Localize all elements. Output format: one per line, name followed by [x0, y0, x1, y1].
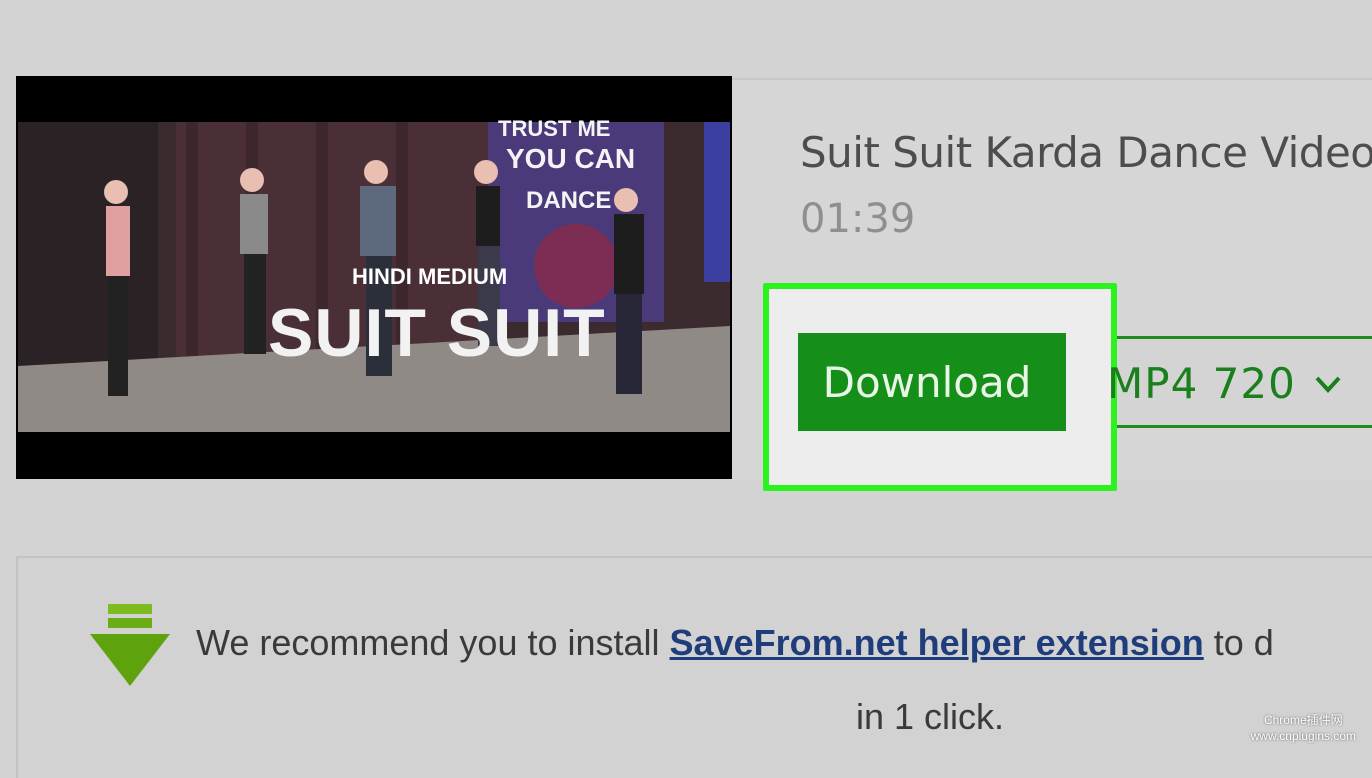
recommendation-text: We recommend you to install SaveFrom.net…: [196, 622, 1274, 664]
recommendation-card: [16, 556, 1372, 778]
video-duration: 01:39: [800, 196, 916, 242]
format-select[interactable]: MP4 720: [1107, 336, 1372, 428]
savefrom-helper-link[interactable]: SaveFrom.net helper extension: [670, 622, 1204, 663]
watermark: Chrome插件网 www.cnplugins.com: [1251, 712, 1356, 744]
recommendation-text-line2: in 1 click.: [856, 696, 1005, 737]
watermark-line2: www.cnplugins.com: [1250, 729, 1356, 743]
format-label: MP4 720: [1107, 359, 1296, 408]
video-thumbnail[interactable]: TRUST ME YOU CAN DANCE HINDI MEDIUM SUIT…: [16, 76, 732, 479]
watermark-line1: Chrome插件网: [1263, 713, 1343, 727]
poster-text: DANCE: [526, 187, 611, 214]
poster-text: TRUST ME: [498, 116, 610, 141]
poster-text: YOU CAN: [506, 143, 635, 174]
thumbnail-overlay-subtitle: HINDI MEDIUM: [352, 264, 507, 289]
video-title: Suit Suit Karda Dance Video -: [800, 128, 1372, 177]
recommendation-text-after: to d: [1203, 622, 1274, 663]
thumbnail-overlay-title: SUIT SUIT: [268, 295, 606, 371]
download-button[interactable]: Download: [798, 333, 1066, 431]
chevron-down-icon: [1315, 376, 1341, 393]
recommendation-text-before: We recommend you to install: [196, 622, 670, 663]
download-arrow-icon: [90, 604, 170, 686]
